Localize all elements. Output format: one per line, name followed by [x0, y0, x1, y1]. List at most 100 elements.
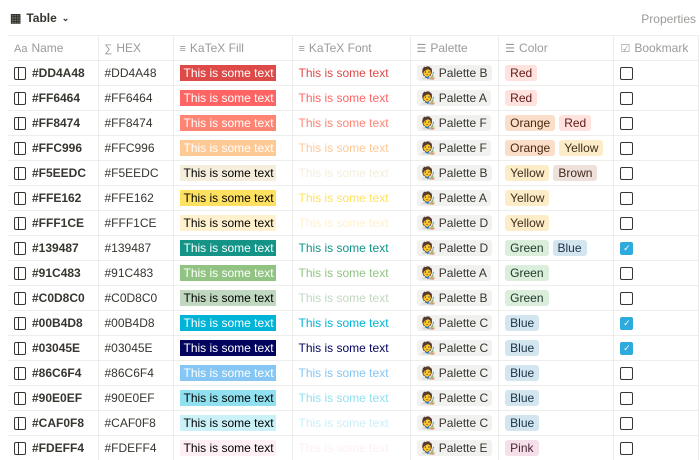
- palette-cell[interactable]: 🧑‍🎨 Palette A: [410, 261, 499, 286]
- table-row[interactable]: #CAF0F8 #CAF0F8 This is some text This i…: [8, 411, 699, 436]
- katex-font-cell[interactable]: This is some text: [292, 136, 410, 161]
- hex-cell[interactable]: #FF8474: [98, 111, 173, 136]
- column-header-color[interactable]: ☰Color: [499, 36, 614, 61]
- palette-cell[interactable]: 🧑‍🎨 Palette C: [410, 386, 499, 411]
- color-cell[interactable]: OrangeYellow: [499, 136, 614, 161]
- table-row[interactable]: #FF8474 #FF8474 This is some text This i…: [8, 111, 699, 136]
- column-header-name[interactable]: AaName: [8, 36, 98, 61]
- bookmark-checkbox[interactable]: [620, 117, 633, 130]
- katex-fill-cell[interactable]: This is some text: [173, 286, 292, 311]
- bookmark-cell[interactable]: [614, 286, 699, 311]
- katex-font-cell[interactable]: This is some text: [292, 361, 410, 386]
- bookmark-cell[interactable]: [614, 436, 699, 460]
- katex-fill-cell[interactable]: This is some text: [173, 186, 292, 211]
- name-cell[interactable]: #C0D8C0: [8, 286, 98, 311]
- hex-cell[interactable]: #90E0EF: [98, 386, 173, 411]
- bookmark-cell[interactable]: [614, 136, 699, 161]
- bookmark-cell[interactable]: [614, 186, 699, 211]
- palette-link[interactable]: 🧑‍🎨 Palette C: [417, 340, 493, 356]
- katex-fill-cell[interactable]: This is some text: [173, 311, 292, 336]
- palette-cell[interactable]: 🧑‍🎨 Palette C: [410, 411, 499, 436]
- katex-font-cell[interactable]: This is some text: [292, 436, 410, 460]
- name-cell[interactable]: #FF6464: [8, 86, 98, 111]
- bookmark-cell[interactable]: ✓: [614, 336, 699, 361]
- color-cell[interactable]: Yellow: [499, 186, 614, 211]
- properties-button[interactable]: Properties: [641, 12, 696, 26]
- katex-fill-cell[interactable]: This is some text: [173, 361, 292, 386]
- bookmark-checkbox[interactable]: [620, 442, 633, 455]
- name-cell[interactable]: #CAF0F8: [8, 411, 98, 436]
- bookmark-checkbox[interactable]: [620, 67, 633, 80]
- bookmark-cell[interactable]: [614, 361, 699, 386]
- hex-cell[interactable]: #86C6F4: [98, 361, 173, 386]
- table-row[interactable]: #C0D8C0 #C0D8C0 This is some text This i…: [8, 286, 699, 311]
- name-cell[interactable]: #00B4D8: [8, 311, 98, 336]
- table-row[interactable]: #F5EEDC #F5EEDC This is some text This i…: [8, 161, 699, 186]
- palette-cell[interactable]: 🧑‍🎨 Palette C: [410, 311, 499, 336]
- bookmark-checkbox[interactable]: [620, 392, 633, 405]
- bookmark-cell[interactable]: [614, 261, 699, 286]
- katex-font-cell[interactable]: This is some text: [292, 286, 410, 311]
- katex-font-cell[interactable]: This is some text: [292, 261, 410, 286]
- palette-link[interactable]: 🧑‍🎨 Palette B: [417, 65, 492, 81]
- hex-cell[interactable]: #FDEFF4: [98, 436, 173, 460]
- table-row[interactable]: #FDEFF4 #FDEFF4 This is some text This i…: [8, 436, 699, 460]
- table-row[interactable]: #FFF1CE #FFF1CE This is some text This i…: [8, 211, 699, 236]
- bookmark-cell[interactable]: [614, 111, 699, 136]
- color-cell[interactable]: Blue: [499, 411, 614, 436]
- bookmark-cell[interactable]: [614, 86, 699, 111]
- katex-font-cell[interactable]: This is some text: [292, 386, 410, 411]
- palette-link[interactable]: 🧑‍🎨 Palette F: [417, 115, 491, 131]
- palette-link[interactable]: 🧑‍🎨 Palette C: [417, 390, 493, 406]
- column-header-katex-font[interactable]: ≡KaTeX Font: [292, 36, 410, 61]
- table-row[interactable]: #86C6F4 #86C6F4 This is some text This i…: [8, 361, 699, 386]
- hex-cell[interactable]: #03045E: [98, 336, 173, 361]
- katex-font-cell[interactable]: This is some text: [292, 86, 410, 111]
- hex-cell[interactable]: #139487: [98, 236, 173, 261]
- palette-cell[interactable]: 🧑‍🎨 Palette B: [410, 161, 499, 186]
- palette-link[interactable]: 🧑‍🎨 Palette A: [417, 190, 491, 206]
- katex-font-cell[interactable]: This is some text: [292, 61, 410, 86]
- katex-fill-cell[interactable]: This is some text: [173, 411, 292, 436]
- palette-link[interactable]: 🧑‍🎨 Palette C: [417, 365, 493, 381]
- palette-cell[interactable]: 🧑‍🎨 Palette A: [410, 186, 499, 211]
- name-cell[interactable]: #FDEFF4: [8, 436, 98, 460]
- palette-cell[interactable]: 🧑‍🎨 Palette E: [410, 436, 499, 460]
- bookmark-cell[interactable]: ✓: [614, 311, 699, 336]
- palette-link[interactable]: 🧑‍🎨 Palette B: [417, 290, 492, 306]
- katex-font-cell[interactable]: This is some text: [292, 111, 410, 136]
- palette-link[interactable]: 🧑‍🎨 Palette C: [417, 315, 493, 331]
- palette-link[interactable]: 🧑‍🎨 Palette C: [417, 415, 493, 431]
- bookmark-checkbox[interactable]: [620, 192, 633, 205]
- katex-font-cell[interactable]: This is some text: [292, 411, 410, 436]
- bookmark-checkbox[interactable]: [620, 292, 633, 305]
- name-cell[interactable]: #FFF1CE: [8, 211, 98, 236]
- katex-fill-cell[interactable]: This is some text: [173, 236, 292, 261]
- katex-font-cell[interactable]: This is some text: [292, 161, 410, 186]
- katex-fill-cell[interactable]: This is some text: [173, 261, 292, 286]
- hex-cell[interactable]: #F5EEDC: [98, 161, 173, 186]
- bookmark-checkbox[interactable]: [620, 167, 633, 180]
- table-row[interactable]: #139487 #139487 This is some text This i…: [8, 236, 699, 261]
- palette-cell[interactable]: 🧑‍🎨 Palette D: [410, 236, 499, 261]
- katex-font-cell[interactable]: This is some text: [292, 211, 410, 236]
- katex-fill-cell[interactable]: This is some text: [173, 161, 292, 186]
- bookmark-checkbox[interactable]: ✓: [620, 242, 633, 255]
- hex-cell[interactable]: #FF6464: [98, 86, 173, 111]
- name-cell[interactable]: #F5EEDC: [8, 161, 98, 186]
- katex-fill-cell[interactable]: This is some text: [173, 211, 292, 236]
- palette-cell[interactable]: 🧑‍🎨 Palette D: [410, 211, 499, 236]
- bookmark-cell[interactable]: [614, 161, 699, 186]
- katex-fill-cell[interactable]: This is some text: [173, 386, 292, 411]
- palette-cell[interactable]: 🧑‍🎨 Palette C: [410, 361, 499, 386]
- column-header-katex-fill[interactable]: ≡KaTeX Fill: [173, 36, 292, 61]
- column-header-hex[interactable]: ∑HEX: [98, 36, 173, 61]
- bookmark-checkbox[interactable]: [620, 217, 633, 230]
- table-row[interactable]: #03045E #03045E This is some text This i…: [8, 336, 699, 361]
- table-row[interactable]: #00B4D8 #00B4D8 This is some text This i…: [8, 311, 699, 336]
- palette-link[interactable]: 🧑‍🎨 Palette E: [417, 440, 492, 456]
- hex-cell[interactable]: #FFF1CE: [98, 211, 173, 236]
- color-cell[interactable]: YellowBrown: [499, 161, 614, 186]
- bookmark-checkbox[interactable]: [620, 142, 633, 155]
- hex-cell[interactable]: #CAF0F8: [98, 411, 173, 436]
